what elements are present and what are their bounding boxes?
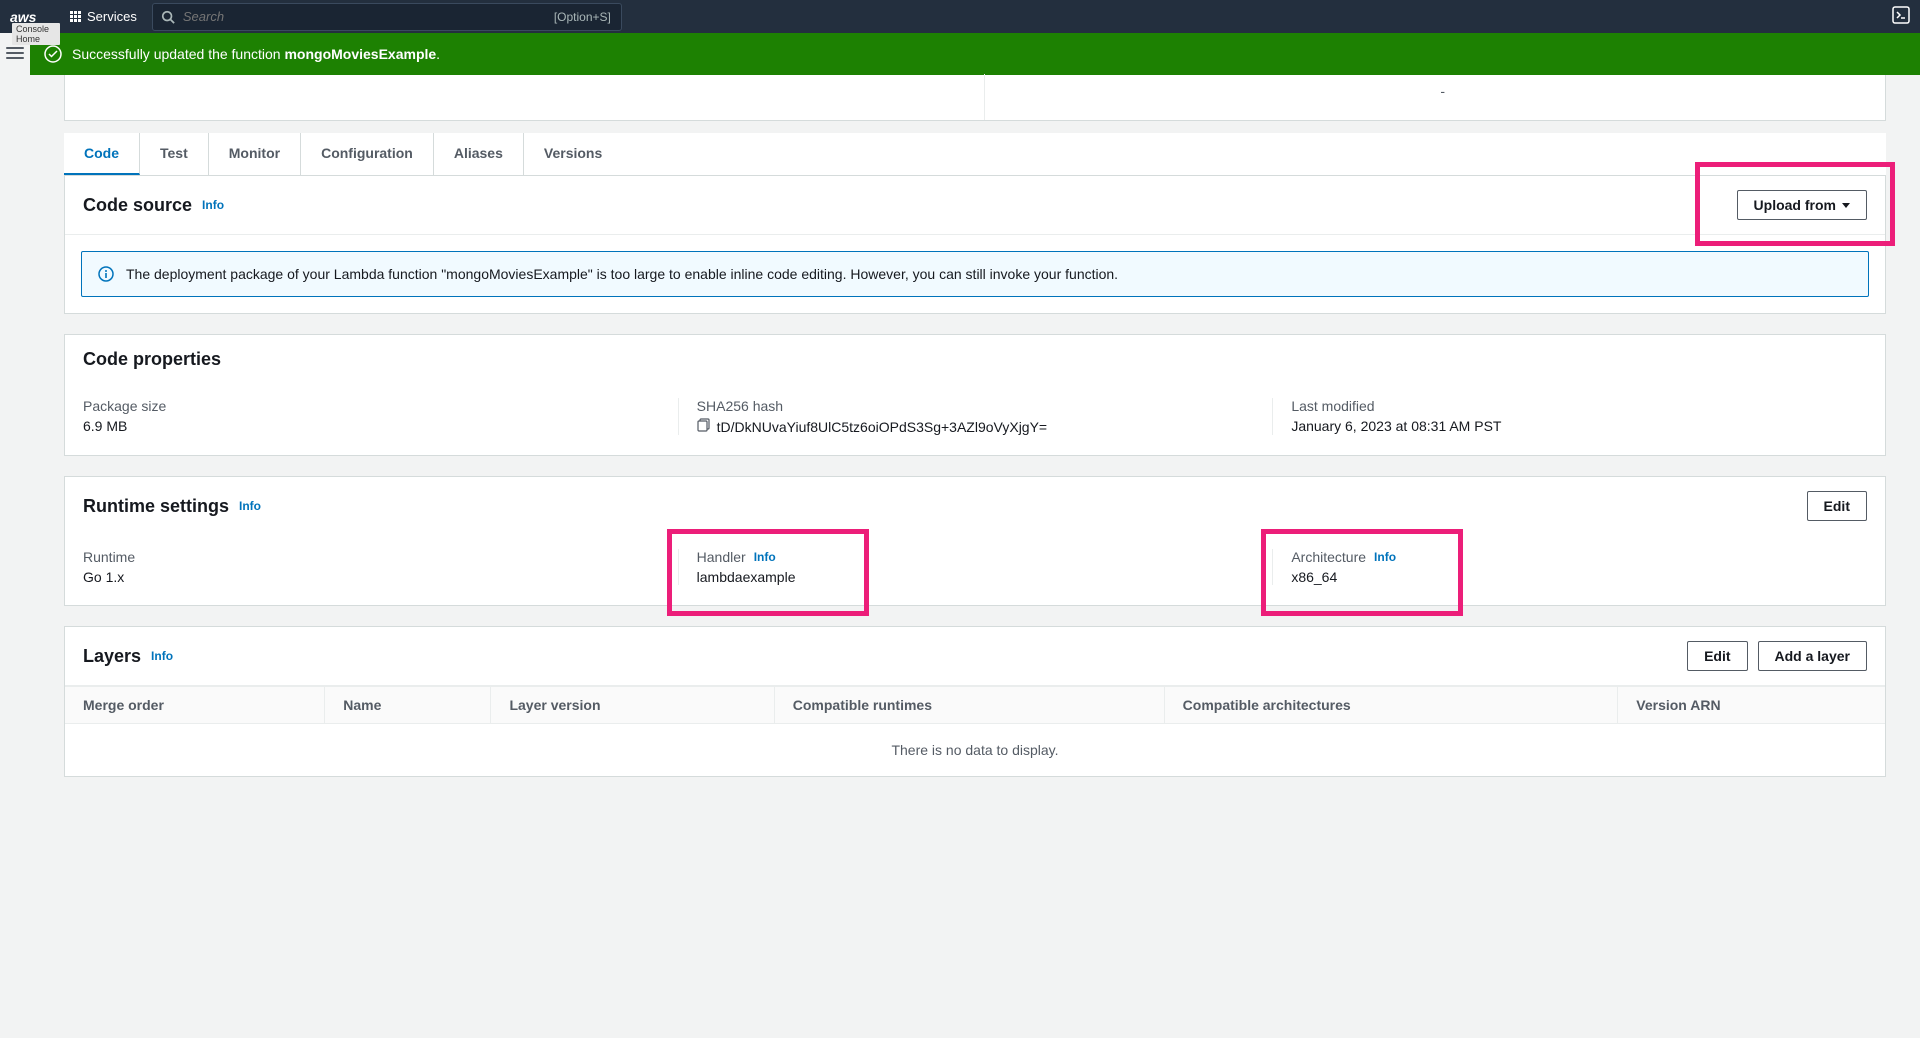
top-nav: aws Console Home Services [Option+S] xyxy=(0,0,1920,33)
layers-info-link[interactable]: Info xyxy=(151,649,173,663)
banner-function-name: mongoMoviesExample xyxy=(284,46,436,62)
function-tabs: Code Test Monitor Configuration Aliases … xyxy=(64,133,1886,176)
handler-info-link[interactable]: Info xyxy=(754,550,776,564)
services-label: Services xyxy=(87,9,137,24)
arch-info-link[interactable]: Info xyxy=(1374,550,1396,564)
layers-table: Merge order Name Layer version Compatibl… xyxy=(65,686,1885,776)
empty-row: There is no data to display. xyxy=(65,724,1885,777)
banner-text: Successfully updated the function mongoM… xyxy=(72,46,440,62)
banner-suffix: . xyxy=(436,46,440,62)
console-home-badge: Console Home xyxy=(12,23,60,45)
services-button[interactable]: Services xyxy=(70,9,137,24)
hamburger-menu-icon[interactable] xyxy=(6,44,24,62)
runtime-label: Runtime xyxy=(83,549,678,565)
runtime-settings-panel: Runtime settings Info Edit Runtime Go 1.… xyxy=(64,476,1886,606)
code-source-info-link[interactable]: Info xyxy=(202,198,224,212)
info-icon xyxy=(98,266,114,282)
layers-title: Layers xyxy=(83,646,141,667)
tab-code[interactable]: Code xyxy=(64,133,140,175)
search-icon xyxy=(161,10,175,24)
success-banner: Successfully updated the function mongoM… xyxy=(30,33,1920,75)
col-name[interactable]: Name xyxy=(325,687,491,724)
package-size-value: 6.9 MB xyxy=(83,418,678,434)
code-source-panel: Code source Info Upload from The deploym… xyxy=(64,176,1886,314)
cloudshell-icon[interactable] xyxy=(1892,6,1910,27)
add-a-layer-button[interactable]: Add a layer xyxy=(1758,641,1867,671)
handler-label: Handler xyxy=(697,549,746,565)
code-properties-panel: Code properties Package size 6.9 MB SHA2… xyxy=(64,334,1886,456)
last-modified-value: January 6, 2023 at 08:31 AM PST xyxy=(1291,418,1867,434)
tab-monitor[interactable]: Monitor xyxy=(209,133,301,175)
col-merge-order[interactable]: Merge order xyxy=(65,687,325,724)
arch-value: x86_64 xyxy=(1291,569,1867,585)
stub-value: - xyxy=(1440,83,1445,99)
runtime-info-link[interactable]: Info xyxy=(239,499,261,513)
col-compatible-runtimes[interactable]: Compatible runtimes xyxy=(774,687,1164,724)
runtime-title: Runtime settings xyxy=(83,496,229,517)
tab-test[interactable]: Test xyxy=(140,133,209,175)
sha-value: tD/DkNUvaYiuf8UlC5tz6oiOPdS3Sg+3AZl9oVyX… xyxy=(717,419,1047,435)
search-container[interactable]: [Option+S] xyxy=(152,3,622,31)
upload-from-button[interactable]: Upload from xyxy=(1737,190,1867,220)
search-shortcut: [Option+S] xyxy=(554,10,611,24)
code-properties-title: Code properties xyxy=(83,349,221,370)
copy-icon[interactable] xyxy=(697,418,711,435)
alert-text: The deployment package of your Lambda fu… xyxy=(126,266,1118,282)
last-modified-label: Last modified xyxy=(1291,398,1867,414)
upload-from-label: Upload from xyxy=(1754,197,1836,213)
code-too-large-alert: The deployment package of your Lambda fu… xyxy=(81,251,1869,297)
runtime-value: Go 1.x xyxy=(83,569,678,585)
table-header-row: Merge order Name Layer version Compatibl… xyxy=(65,687,1885,724)
success-check-icon xyxy=(44,45,62,63)
tab-configuration[interactable]: Configuration xyxy=(301,133,434,175)
banner-prefix: Successfully updated the function xyxy=(72,46,284,62)
col-compatible-architectures[interactable]: Compatible architectures xyxy=(1164,687,1618,724)
col-version-arn[interactable]: Version ARN xyxy=(1618,687,1885,724)
grid-icon xyxy=(70,11,81,22)
function-overview-stub: - xyxy=(64,75,1886,121)
chevron-down-icon xyxy=(1842,203,1850,208)
code-source-title: Code source xyxy=(83,195,192,216)
handler-value: lambdaexample xyxy=(697,569,1273,585)
package-size-label: Package size xyxy=(83,398,678,414)
runtime-edit-button[interactable]: Edit xyxy=(1807,491,1867,521)
layers-edit-button[interactable]: Edit xyxy=(1687,641,1747,671)
tab-aliases[interactable]: Aliases xyxy=(434,133,524,175)
arch-label: Architecture xyxy=(1291,549,1366,565)
tab-versions[interactable]: Versions xyxy=(524,133,622,175)
col-layer-version[interactable]: Layer version xyxy=(491,687,774,724)
empty-text: There is no data to display. xyxy=(65,724,1885,777)
layers-panel: Layers Info Edit Add a layer Merge order… xyxy=(64,626,1886,777)
search-input[interactable] xyxy=(175,9,554,24)
sha-label: SHA256 hash xyxy=(697,398,1273,414)
